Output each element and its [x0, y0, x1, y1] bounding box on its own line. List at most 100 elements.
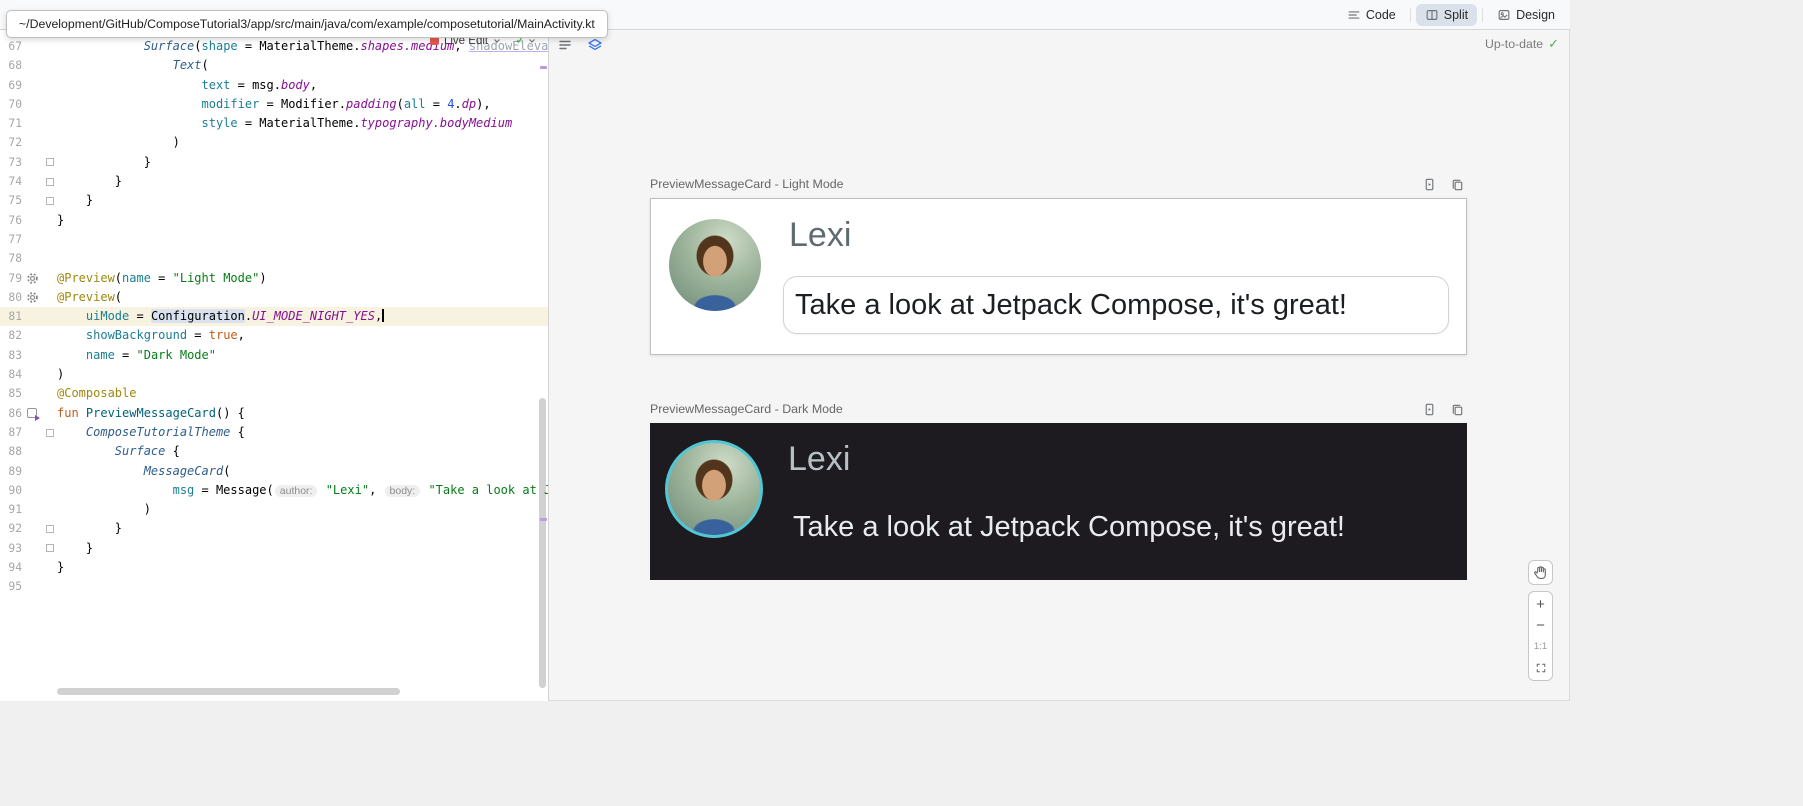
code-line[interactable]: 71 style = MaterialTheme.typography.body… — [0, 114, 548, 133]
code-line[interactable]: 95 — [0, 577, 548, 596]
code-line[interactable]: 92 } — [0, 519, 548, 538]
code-line[interactable]: 87 ComposeTutorialTheme { — [0, 423, 548, 442]
code-line[interactable]: 80@Preview( — [0, 288, 548, 307]
line-number[interactable]: 86 — [0, 404, 22, 423]
fold-marker-icon[interactable] — [46, 197, 54, 205]
line-number[interactable]: 72 — [0, 133, 22, 152]
code-text[interactable]: modifier = Modifier.padding(all = 4.dp), — [57, 95, 548, 114]
code-line[interactable]: 74 } — [0, 172, 548, 191]
code-text[interactable]: style = MaterialTheme.typography.bodyMed… — [57, 114, 548, 133]
line-number[interactable]: 73 — [0, 153, 22, 172]
code-text[interactable]: } — [57, 519, 548, 538]
code-line[interactable]: 83 name = "Dark Mode" — [0, 346, 548, 365]
line-number[interactable]: 85 — [0, 384, 22, 403]
code-line[interactable]: 78 — [0, 249, 548, 268]
tab-split[interactable]: Split — [1416, 4, 1477, 26]
line-number[interactable]: 93 — [0, 539, 22, 558]
code-text[interactable]: name = "Dark Mode" — [57, 346, 548, 365]
code-line[interactable]: 85 @Composable — [0, 384, 548, 403]
line-number[interactable]: 70 — [0, 95, 22, 114]
line-number[interactable]: 91 — [0, 500, 22, 519]
code-line[interactable]: 89 MessageCard( — [0, 462, 548, 481]
zoom-out-button[interactable]: − — [1529, 615, 1552, 636]
line-number[interactable]: 94 — [0, 558, 22, 577]
line-number[interactable]: 79 — [0, 269, 22, 288]
code-text[interactable]: ) — [57, 133, 548, 152]
code-line[interactable]: 70 modifier = Modifier.padding(all = 4.d… — [0, 95, 548, 114]
line-number[interactable]: 69 — [0, 76, 22, 95]
code-text[interactable]: } — [57, 172, 548, 191]
code-text[interactable] — [57, 230, 548, 249]
code-line[interactable]: 77 — [0, 230, 548, 249]
code-line[interactable]: 86 fun PreviewMessageCard() { — [0, 404, 548, 423]
code-line[interactable]: 93 } — [0, 539, 548, 558]
code-text[interactable]: } — [57, 191, 548, 210]
view-options-icon[interactable] — [555, 35, 575, 55]
line-number[interactable]: 84 — [0, 365, 22, 384]
code-text[interactable]: @Composable — [57, 384, 548, 403]
code-text[interactable]: Text( — [57, 56, 548, 75]
line-number[interactable]: 82 — [0, 326, 22, 345]
code-line[interactable]: 72 ) — [0, 133, 548, 152]
zoom-reset-button[interactable]: 1:1 — [1529, 636, 1552, 657]
fold-marker-icon[interactable] — [46, 158, 54, 166]
line-number[interactable]: 87 — [0, 423, 22, 442]
line-number[interactable]: 68 — [0, 56, 22, 75]
code-text[interactable] — [57, 577, 548, 596]
code-text[interactable]: ComposeTutorialTheme { — [57, 423, 548, 442]
code-line[interactable]: 69 text = msg.body, — [0, 76, 548, 95]
code-text[interactable]: } — [57, 558, 548, 577]
code-line[interactable]: 79 @Preview(name = "Light Mode") — [0, 269, 548, 288]
line-number[interactable]: 89 — [0, 462, 22, 481]
line-number[interactable]: 74 — [0, 172, 22, 191]
code-text[interactable] — [57, 249, 548, 268]
code-line[interactable]: 76} — [0, 211, 548, 230]
line-number[interactable]: 75 — [0, 191, 22, 210]
code-line[interactable]: 84) — [0, 365, 548, 384]
preview-settings-gear-icon[interactable] — [26, 272, 39, 285]
code-line[interactable]: 75 } — [0, 191, 548, 210]
line-number[interactable]: 80 — [0, 288, 22, 307]
preview-settings-gear-icon[interactable] — [26, 291, 39, 304]
code-text[interactable]: fun PreviewMessageCard() { — [57, 404, 548, 423]
copy-preview-icon[interactable] — [1447, 399, 1467, 419]
pan-tool-button[interactable] — [1528, 560, 1553, 585]
code-text[interactable]: msg = Message(author: "Lexi", body: "Tak… — [57, 481, 549, 500]
code-line[interactable]: 82 showBackground = true, — [0, 326, 548, 345]
layers-icon[interactable] — [585, 35, 605, 55]
line-number[interactable]: 88 — [0, 442, 22, 461]
code-text[interactable]: showBackground = true, — [57, 326, 548, 345]
code-line[interactable]: 94} — [0, 558, 548, 577]
code-line[interactable]: 90 msg = Message(author: "Lexi", body: "… — [0, 481, 548, 500]
zoom-in-button[interactable]: + — [1529, 594, 1552, 615]
line-number[interactable]: 81 — [0, 307, 22, 326]
vertical-scrollbar[interactable] — [539, 398, 546, 688]
code-text[interactable]: ) — [57, 365, 548, 384]
split-divider[interactable] — [548, 30, 550, 701]
code-text[interactable]: Surface { — [57, 442, 548, 461]
fold-marker-icon[interactable] — [46, 178, 54, 186]
run-on-device-icon[interactable] — [1419, 399, 1439, 419]
horizontal-scrollbar[interactable] — [57, 688, 400, 695]
tab-design[interactable]: Design — [1488, 4, 1564, 26]
line-number[interactable]: 77 — [0, 230, 22, 249]
copy-preview-icon[interactable] — [1447, 174, 1467, 194]
line-number[interactable]: 95 — [0, 577, 22, 596]
line-number[interactable]: 92 — [0, 519, 22, 538]
fold-marker-icon[interactable] — [46, 525, 54, 533]
line-number[interactable]: 76 — [0, 211, 22, 230]
code-line[interactable]: 81 uiMode = Configuration.UI_MODE_NIGHT_… — [0, 307, 548, 326]
code-text[interactable]: MessageCard( — [57, 462, 548, 481]
line-number[interactable]: 90 — [0, 481, 22, 500]
code-text[interactable]: } — [57, 153, 548, 172]
code-text[interactable]: uiMode = Configuration.UI_MODE_NIGHT_YES… — [57, 307, 548, 326]
code-text[interactable]: @Preview(name = "Light Mode") — [57, 269, 548, 288]
code-text[interactable]: } — [57, 539, 548, 558]
line-number[interactable]: 78 — [0, 249, 22, 268]
run-on-device-icon[interactable] — [1419, 174, 1439, 194]
line-number[interactable]: 71 — [0, 114, 22, 133]
code-text[interactable]: text = msg.body, — [57, 76, 548, 95]
code-line[interactable]: 88 Surface { — [0, 442, 548, 461]
horizontal-scrollbar-track[interactable] — [57, 688, 536, 695]
preview-canvas-dark[interactable]: Lexi Take a look at Jetpack Compose, it'… — [650, 423, 1467, 580]
